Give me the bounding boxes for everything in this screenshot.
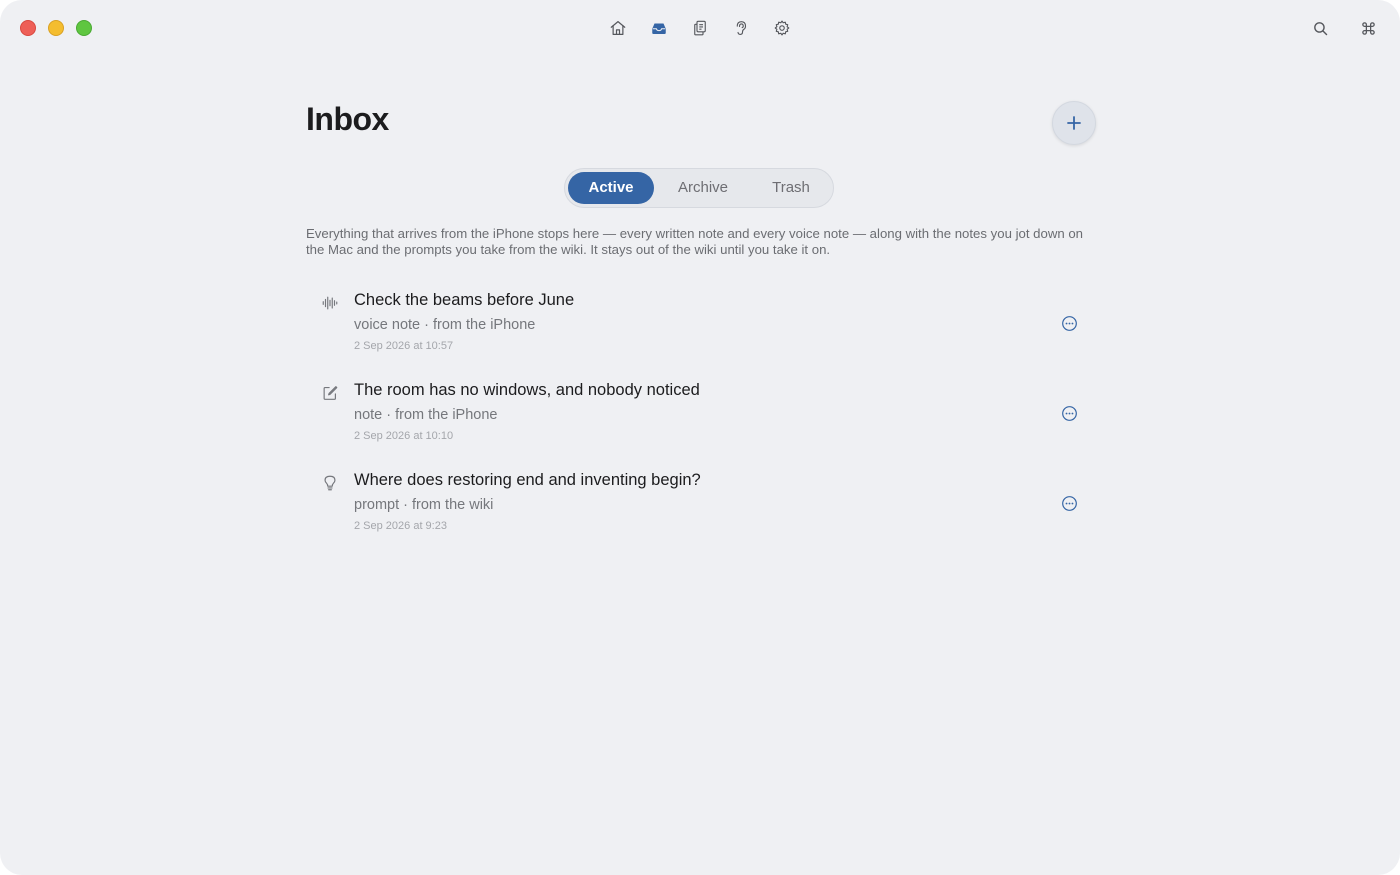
- page-title: Inbox: [306, 101, 389, 137]
- item-more-button[interactable]: [1059, 403, 1079, 423]
- settings-button[interactable]: [768, 14, 796, 42]
- item-title: The room has no windows, and nobody noti…: [354, 381, 700, 399]
- plus-icon: [1067, 116, 1081, 130]
- inbox-list: Check the beams before June voice note ·…: [306, 286, 1094, 556]
- house-icon: [610, 21, 626, 35]
- add-item-button[interactable]: [1052, 101, 1096, 145]
- search-icon: [1313, 21, 1327, 35]
- item-meta: note · from the iPhone: [354, 407, 498, 423]
- lightbulb-icon: [320, 473, 340, 493]
- ellipsis-circle-icon: [1061, 315, 1077, 331]
- command-icon: [1361, 21, 1375, 35]
- tab-active[interactable]: Active: [568, 172, 654, 204]
- waveform-icon: [320, 293, 340, 313]
- command-palette-button[interactable]: [1354, 14, 1382, 42]
- item-more-button[interactable]: [1059, 493, 1079, 513]
- item-date: 2 Sep 2026 at 10:10: [354, 430, 454, 442]
- item-date: 2 Sep 2026 at 10:57: [354, 340, 454, 352]
- item-title: Where does restoring end and inventing b…: [354, 471, 701, 489]
- inbox-button[interactable]: [645, 14, 673, 42]
- ellipsis-circle-icon: [1061, 495, 1077, 511]
- toolbar-right: [1306, 14, 1382, 42]
- app-window: Inbox Active Archive Trash Everything th…: [0, 0, 1400, 875]
- list-item[interactable]: The room has no windows, and nobody noti…: [306, 376, 1094, 466]
- inbox-tray-icon: [652, 23, 666, 34]
- item-more-button[interactable]: [1059, 313, 1079, 333]
- tab-trash[interactable]: Trash: [752, 172, 830, 204]
- ellipsis-circle-icon: [1061, 405, 1077, 421]
- inbox-filter-tabs: Active Archive Trash: [564, 168, 834, 208]
- home-button[interactable]: [604, 14, 632, 42]
- inbox-description: Everything that arrives from the iPhone …: [306, 226, 1084, 257]
- item-meta: voice note · from the iPhone: [354, 317, 536, 333]
- item-title: Check the beams before June: [354, 291, 575, 309]
- ear-icon: [736, 21, 747, 35]
- item-date: 2 Sep 2026 at 9:23: [354, 520, 447, 532]
- listen-button[interactable]: [727, 14, 755, 42]
- tab-archive[interactable]: Archive: [654, 172, 752, 204]
- search-button[interactable]: [1306, 14, 1334, 42]
- compose-icon: [320, 383, 340, 403]
- list-item[interactable]: Check the beams before June voice note ·…: [306, 286, 1094, 376]
- toolbar: [0, 14, 1400, 42]
- documents-button[interactable]: [686, 14, 714, 42]
- gear-icon: [774, 20, 790, 36]
- documents-icon: [694, 20, 706, 36]
- item-meta: prompt · from the wiki: [354, 497, 494, 513]
- list-item[interactable]: Where does restoring end and inventing b…: [306, 466, 1094, 556]
